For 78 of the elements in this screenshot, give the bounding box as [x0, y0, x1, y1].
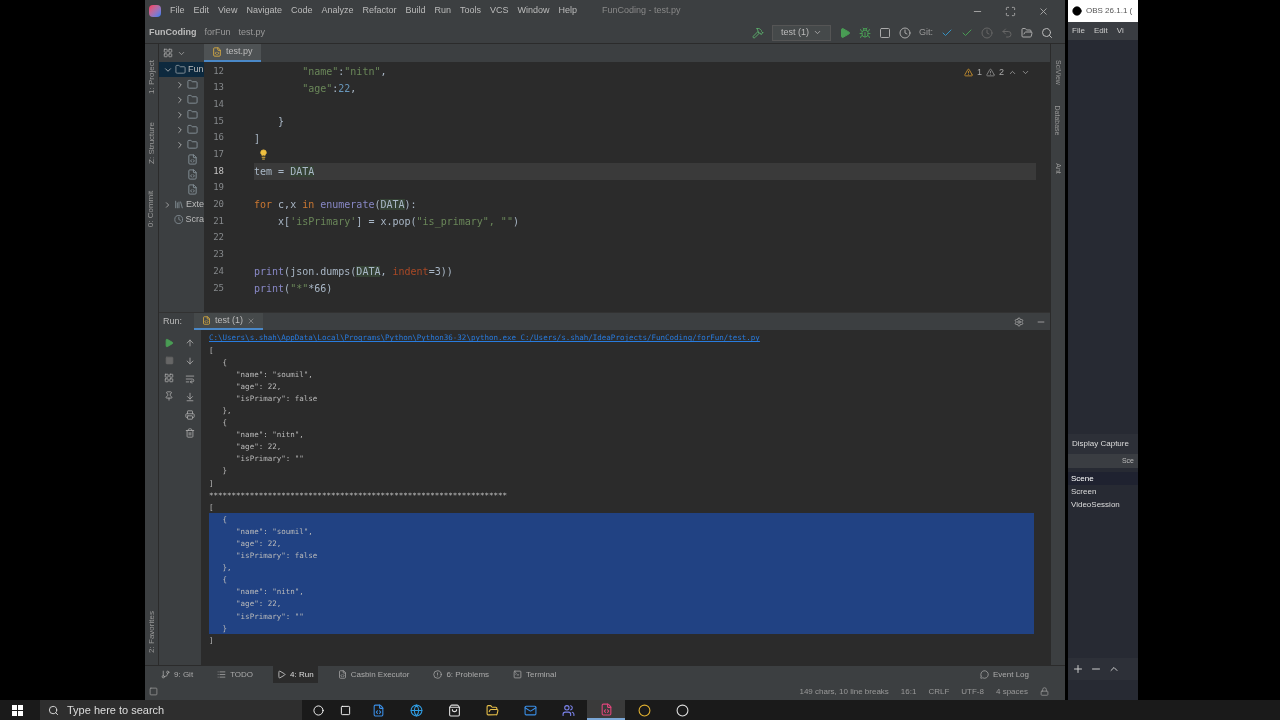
- code-text: print(json.dumps(DATA, indent=3)): [254, 265, 453, 280]
- scene-item[interactable]: VideoSession: [1068, 498, 1138, 511]
- warning-count[interactable]: 1: [976, 66, 982, 80]
- tool-window-button[interactable]: 4: Run: [273, 666, 318, 683]
- menu-item[interactable]: File: [170, 4, 185, 18]
- menu-item[interactable]: Analyze: [321, 4, 354, 18]
- tool-window-tab[interactable]: Z: Structure: [147, 122, 156, 164]
- line-number: 18: [213, 164, 224, 178]
- line-number: 15: [213, 114, 224, 128]
- code-text: for c,x in enumerate(DATA):: [254, 198, 417, 213]
- menu-item[interactable]: Navigate: [246, 4, 282, 18]
- code-text: "name":"nitn",: [301, 64, 387, 79]
- menu-item[interactable]: Refactor: [362, 4, 397, 18]
- breadcrumb-item[interactable]: test.py: [238, 25, 265, 40]
- line-number: 21: [213, 214, 224, 228]
- breadcrumb-item[interactable]: FunCoding: [149, 25, 197, 40]
- menu-item[interactable]: File: [1072, 25, 1085, 37]
- tree-item[interactable]: Exte: [159, 197, 204, 212]
- line-number: 23: [213, 248, 224, 262]
- line-number: 16: [213, 131, 224, 145]
- menu-item[interactable]: Build: [405, 4, 426, 18]
- breadcrumb-item[interactable]: forFun: [204, 25, 231, 40]
- line-number: 19: [213, 181, 224, 195]
- source-label: Display Capture: [1072, 438, 1129, 450]
- code-text: }: [277, 114, 285, 129]
- run-config-dropdown[interactable]: test (1): [771, 24, 831, 41]
- line-number: 25: [213, 281, 224, 295]
- line-number: 17: [213, 148, 224, 162]
- menu-item[interactable]: Window: [517, 4, 550, 18]
- menu-item[interactable]: Edit: [193, 4, 210, 18]
- tool-window-tab[interactable]: 2: Favorites: [147, 611, 156, 653]
- tool-window-button[interactable]: Casbin Executor: [333, 666, 414, 683]
- menu-item[interactable]: Edit: [1093, 25, 1108, 37]
- event-log-button[interactable]: Event Log: [979, 668, 1029, 681]
- tree-label: Fun: [188, 62, 204, 76]
- status-item[interactable]: 16:1: [900, 685, 917, 698]
- line-number: 24: [213, 264, 224, 278]
- line-number: 12: [213, 64, 224, 78]
- weak-warning-count[interactable]: 2: [999, 66, 1004, 80]
- menu-item[interactable]: Tools: [460, 4, 482, 18]
- menu-item[interactable]: Run: [434, 4, 451, 18]
- tool-window-tab[interactable]: 0: Commit: [147, 190, 156, 228]
- tool-window-button[interactable]: Terminal: [509, 666, 561, 683]
- code-text: tem = DATA: [254, 164, 315, 179]
- menu-item[interactable]: View: [218, 4, 238, 18]
- menu-item[interactable]: VCS: [490, 4, 509, 18]
- line-number: 13: [213, 81, 224, 95]
- editor-tab[interactable]: test.py: [204, 44, 261, 62]
- window-title: OBS 26.1.1 (: [1086, 5, 1133, 17]
- tool-window-button[interactable]: 9: Git: [157, 666, 198, 683]
- code-text: x['isPrimary'] = x.pop("is_primary", ""): [277, 215, 519, 230]
- menu-item[interactable]: Code: [290, 4, 313, 18]
- tool-window-button[interactable]: TODO: [213, 666, 258, 683]
- tree-item[interactable]: Scra: [159, 212, 204, 227]
- window-title: FunCoding - test.py: [602, 4, 681, 18]
- tool-window-button[interactable]: 6: Problems: [429, 666, 494, 683]
- menu-item[interactable]: Help: [558, 4, 578, 18]
- line-number: 20: [213, 198, 224, 212]
- scene-item[interactable]: Screen: [1068, 485, 1138, 498]
- code-text: ]: [254, 131, 261, 146]
- git-label: Git:: [919, 25, 933, 39]
- run-tab[interactable]: test (1): [194, 313, 264, 330]
- line-number: 22: [213, 231, 224, 245]
- code-text: print("*"*66): [254, 281, 333, 296]
- scene-item[interactable]: Scene: [1068, 472, 1138, 485]
- line-number: 14: [213, 97, 224, 111]
- search-field[interactable]: Type here to search: [67, 700, 302, 720]
- status-item[interactable]: CRLF: [928, 685, 950, 698]
- status-item[interactable]: 149 chars, 10 line breaks: [799, 685, 889, 698]
- run-panel-label: Run:: [163, 314, 182, 328]
- tool-window-tab[interactable]: 1: Project: [147, 60, 156, 94]
- tree-label: Scra: [185, 212, 204, 226]
- code-text: "age":22,: [301, 81, 357, 96]
- tree-item[interactable]: Fun: [159, 62, 204, 77]
- status-item[interactable]: 4 spaces: [995, 685, 1028, 698]
- tree-label: Exte: [186, 197, 204, 211]
- status-item[interactable]: UTF-8: [961, 685, 984, 698]
- menu-item[interactable]: Vi: [1116, 25, 1124, 37]
